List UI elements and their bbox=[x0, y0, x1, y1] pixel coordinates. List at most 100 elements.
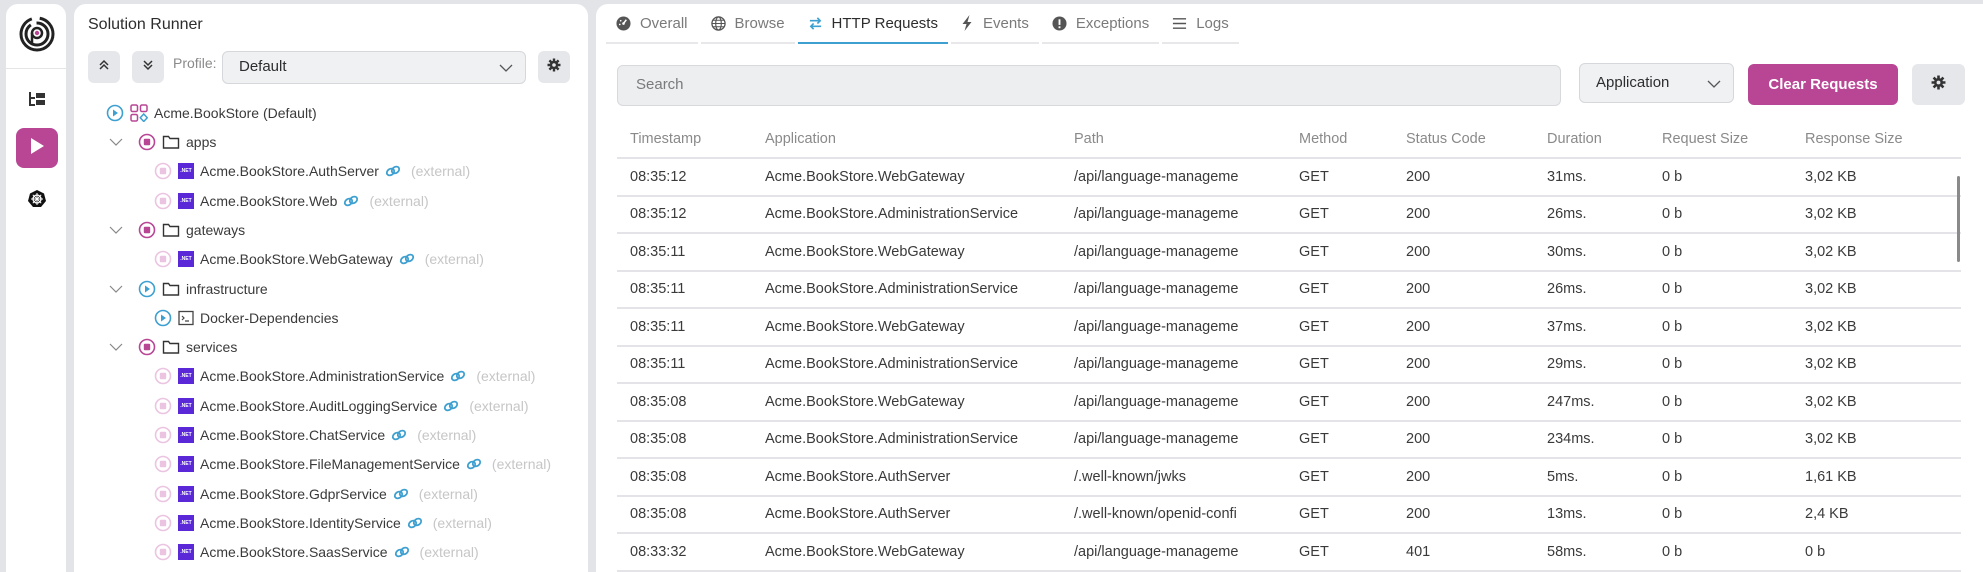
column-header-path[interactable]: Path bbox=[1061, 121, 1286, 159]
play-circle-icon[interactable] bbox=[138, 280, 156, 298]
stop-circle-icon[interactable] bbox=[154, 514, 172, 532]
tree-app-label: Docker-Dependencies bbox=[200, 309, 339, 326]
stop-circle-icon[interactable] bbox=[154, 397, 172, 415]
cell-duration: 37ms. bbox=[1534, 308, 1649, 347]
panel-title: Solution Runner bbox=[88, 16, 203, 33]
tree-app-item[interactable]: .NET Acme.BookStore.SaasService (external) bbox=[154, 541, 479, 563]
tree-app-item[interactable]: .NET Acme.BookStore.AuditLoggingService (e… bbox=[154, 395, 529, 417]
table-row[interactable]: 08:35:08 Acme.BookStore.WebGateway/api/la… bbox=[617, 383, 1961, 422]
requests-settings-button[interactable] bbox=[1912, 64, 1965, 105]
chevron-down-icon[interactable] bbox=[108, 137, 124, 147]
column-header-duration[interactable]: Duration bbox=[1534, 121, 1649, 159]
profile-settings-button[interactable] bbox=[538, 51, 570, 83]
link-icon[interactable] bbox=[343, 195, 359, 207]
rail-runner-button[interactable] bbox=[16, 128, 58, 168]
search-input[interactable]: Search bbox=[617, 65, 1561, 106]
table-row[interactable]: 08:35:08 Acme.BookStore.AuthServer/.well-… bbox=[617, 495, 1961, 534]
tab-events[interactable]: Events bbox=[950, 4, 1039, 44]
table-row[interactable]: 08:35:11 Acme.BookStore.AdministrationSer… bbox=[617, 270, 1961, 309]
tree-root[interactable]: Acme.BookStore (Default) bbox=[106, 102, 317, 124]
cell-request-size: 0 b bbox=[1649, 495, 1792, 534]
table-row[interactable]: 08:35:11 Acme.BookStore.AdministrationSer… bbox=[617, 345, 1961, 384]
stop-circle-icon[interactable] bbox=[154, 543, 172, 561]
tree-app-item[interactable]: Docker-Dependencies bbox=[154, 307, 339, 329]
tree-folder-apps[interactable]: apps bbox=[108, 131, 216, 153]
play-circle-icon[interactable] bbox=[106, 104, 124, 122]
link-icon[interactable] bbox=[466, 458, 482, 470]
application-filter-select[interactable]: Application bbox=[1579, 63, 1734, 103]
tree-app-item[interactable]: .NET Acme.BookStore.WebGateway (external) bbox=[154, 248, 484, 270]
stop-circle-icon[interactable] bbox=[154, 367, 172, 385]
stop-circle-icon[interactable] bbox=[138, 338, 156, 356]
rail-solutions-button[interactable] bbox=[16, 81, 58, 121]
tab-label: HTTP Requests bbox=[831, 14, 938, 32]
link-icon[interactable] bbox=[394, 546, 410, 558]
tree-app-item[interactable]: .NET Acme.BookStore.Web (external) bbox=[154, 190, 429, 212]
link-icon[interactable] bbox=[399, 253, 415, 265]
play-circle-icon[interactable] bbox=[154, 309, 172, 327]
cell-method: GET bbox=[1286, 420, 1393, 459]
stop-circle-icon[interactable] bbox=[154, 162, 172, 180]
link-icon[interactable] bbox=[391, 429, 407, 441]
cell-request-size: 0 b bbox=[1649, 308, 1792, 347]
link-icon[interactable] bbox=[407, 517, 423, 529]
tab-http-requests[interactable]: HTTP Requests bbox=[797, 4, 948, 44]
column-header-application[interactable]: Application bbox=[752, 121, 1061, 159]
column-header-request-size[interactable]: Request Size bbox=[1649, 121, 1792, 159]
tree-folder-infrastructure[interactable]: infrastructure bbox=[108, 278, 268, 300]
cell-method: GET bbox=[1286, 233, 1393, 272]
tab-browse[interactable]: Browse bbox=[700, 4, 795, 44]
stop-circle-icon[interactable] bbox=[138, 221, 156, 239]
table-row[interactable]: 08:35:11 Acme.BookStore.WebGateway/api/la… bbox=[617, 233, 1961, 272]
profile-label: Profile: bbox=[173, 55, 217, 71]
column-header-timestamp[interactable]: Timestamp bbox=[617, 121, 752, 159]
cell-path: /.well-known/jwks bbox=[1061, 458, 1286, 497]
tree-folder-gateways[interactable]: gateways bbox=[108, 219, 245, 241]
clear-requests-button[interactable]: Clear Requests bbox=[1748, 64, 1898, 105]
tree-app-item[interactable]: .NET Acme.BookStore.GdprService (external) bbox=[154, 483, 478, 505]
tree-app-item[interactable]: .NET Acme.BookStore.FileManagementService… bbox=[154, 453, 551, 475]
link-icon[interactable] bbox=[385, 165, 401, 177]
table-row[interactable]: 08:35:08 Acme.BookStore.AdministrationSer… bbox=[617, 420, 1961, 459]
stop-circle-icon[interactable] bbox=[154, 485, 172, 503]
link-icon[interactable] bbox=[450, 370, 466, 382]
table-row[interactable]: 08:35:12 Acme.BookStore.AdministrationSer… bbox=[617, 195, 1961, 234]
rail-divider bbox=[6, 68, 66, 69]
tree-app-item[interactable]: .NET Acme.BookStore.IdentityService (exter… bbox=[154, 512, 492, 534]
table-scrollbar[interactable] bbox=[1957, 176, 1960, 262]
profile-select[interactable]: Default bbox=[222, 51, 526, 84]
chevron-down-icon[interactable] bbox=[108, 342, 124, 352]
tab-overall[interactable]: Overall bbox=[606, 4, 698, 44]
link-icon[interactable] bbox=[393, 488, 409, 500]
cell-timestamp: 08:35:12 bbox=[617, 158, 752, 197]
stop-circle-icon[interactable] bbox=[138, 133, 156, 151]
expand-all-button[interactable] bbox=[132, 51, 164, 83]
chevrons-down-icon bbox=[142, 58, 154, 76]
tab-exceptions[interactable]: Exceptions bbox=[1041, 4, 1160, 44]
table-row[interactable]: 08:35:11 Acme.BookStore.WebGateway/api/la… bbox=[617, 308, 1961, 347]
table-row[interactable]: 08:35:12 Acme.BookStore.WebGateway/api/la… bbox=[617, 158, 1961, 197]
chevron-down-icon[interactable] bbox=[108, 225, 124, 235]
rail-kubernetes-button[interactable] bbox=[16, 181, 58, 221]
tree-app-item[interactable]: .NET Acme.BookStore.AuthServer (external) bbox=[154, 160, 470, 182]
stop-circle-icon[interactable] bbox=[154, 455, 172, 473]
tree-app-item[interactable]: .NET Acme.BookStore.AdministrationService… bbox=[154, 365, 535, 387]
column-header-response-size[interactable]: Response Size bbox=[1792, 121, 1961, 159]
tree-folder-services[interactable]: services bbox=[108, 336, 237, 358]
cell-request-size: 0 b bbox=[1649, 233, 1792, 272]
column-header-method[interactable]: Method bbox=[1286, 121, 1393, 159]
tab-logs[interactable]: Logs bbox=[1162, 4, 1239, 44]
dotnet-icon: .NET bbox=[178, 544, 194, 561]
link-icon[interactable] bbox=[443, 400, 459, 412]
tree-app-item[interactable]: .NET Acme.BookStore.ChatService (external) bbox=[154, 424, 476, 446]
collapse-all-button[interactable] bbox=[88, 51, 120, 83]
chevron-down-icon[interactable] bbox=[108, 284, 124, 294]
table-row[interactable]: 08:33:32 Acme.BookStore.WebGateway/api/la… bbox=[617, 533, 1961, 572]
stop-circle-icon[interactable] bbox=[154, 426, 172, 444]
stop-circle-icon[interactable] bbox=[154, 250, 172, 268]
table-row[interactable]: 08:35:08 Acme.BookStore.AuthServer/.well-… bbox=[617, 458, 1961, 497]
tab-label: Browse bbox=[734, 14, 785, 32]
cell-path: /api/language-manageme bbox=[1061, 158, 1286, 197]
stop-circle-icon[interactable] bbox=[154, 192, 172, 210]
column-header-status-code[interactable]: Status Code bbox=[1393, 121, 1534, 159]
